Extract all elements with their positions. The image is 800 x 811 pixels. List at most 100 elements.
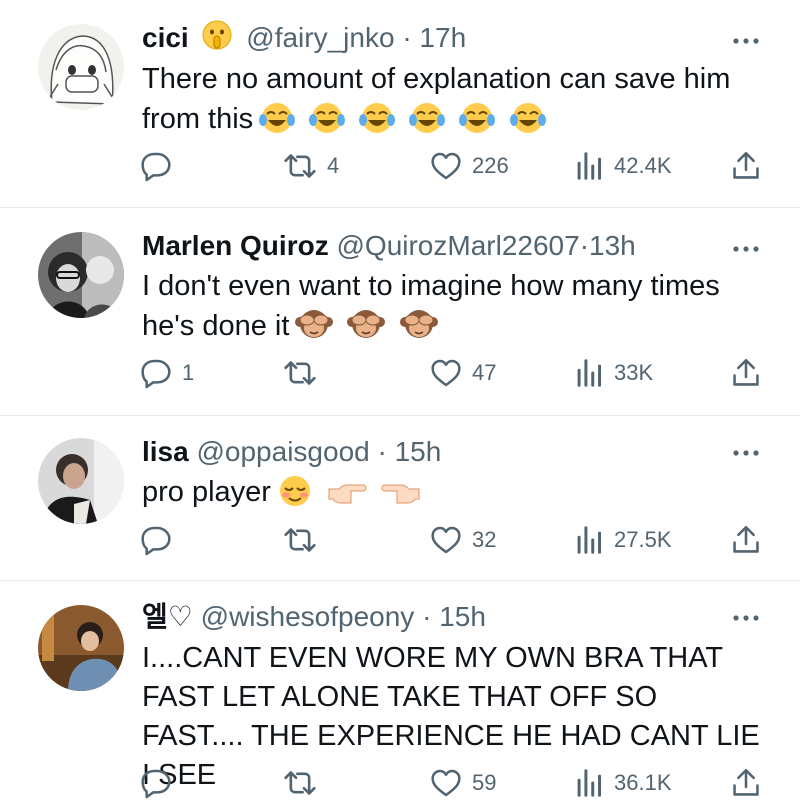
separator-dot: ·: [422, 601, 432, 632]
tweet-text: There no amount of explanation can save …: [142, 59, 760, 145]
avatar[interactable]: [38, 24, 124, 110]
reply-button[interactable]: [140, 148, 182, 184]
timestamp[interactable]: 13h: [589, 230, 636, 261]
share-button[interactable]: [732, 765, 760, 801]
share-icon: [733, 526, 759, 553]
like-count: 59: [472, 770, 497, 795]
share-icon: [733, 151, 759, 179]
tweet-actions: 4 226 42.4K: [0, 148, 800, 184]
user-handle[interactable]: @oppaisgood: [196, 436, 369, 467]
emoji-group: [277, 475, 427, 518]
views-count: 36.1K: [614, 770, 672, 795]
retweet-icon: [284, 361, 316, 385]
reply-button[interactable]: 1: [140, 355, 194, 391]
avatar[interactable]: [38, 232, 124, 318]
joy-emoji: [509, 102, 546, 145]
views-icon: [577, 769, 602, 797]
retweet-icon: [284, 154, 316, 178]
relieved-emoji: [277, 475, 313, 518]
tweet-text: pro player: [142, 472, 760, 518]
like-count: 226: [472, 153, 509, 178]
user-handle[interactable]: @fairy_jnko: [246, 22, 394, 53]
tweet[interactable]: cici @fairy_jnko · 17h There no amount o…: [0, 0, 800, 208]
views-count: 42.4K: [614, 153, 672, 178]
more-icon[interactable]: [732, 36, 760, 46]
joy-emoji: [359, 102, 396, 145]
tweet-text-content: pro player: [142, 476, 271, 508]
views-icon: [577, 359, 602, 387]
more-icon[interactable]: [732, 613, 760, 623]
tweet-header: 엘♡ @wishesofpeony · 15h: [142, 599, 730, 635]
joy-emoji: [309, 102, 346, 145]
retweet-button[interactable]: [283, 355, 327, 391]
views-icon: [577, 152, 602, 180]
reply-icon: [141, 359, 171, 389]
views-count: 33K: [614, 360, 654, 385]
reply-button[interactable]: [140, 522, 182, 558]
avatar[interactable]: [38, 605, 124, 691]
like-button[interactable]: 226: [430, 148, 509, 184]
separator-dot: ·: [402, 22, 412, 53]
more-icon[interactable]: [732, 244, 760, 254]
point-left-emoji: [381, 477, 421, 518]
tweet-header: lisa @oppaisgood · 15h: [142, 434, 730, 470]
retweet-icon: [284, 528, 316, 552]
like-icon: [431, 152, 461, 180]
display-name[interactable]: lisa: [142, 436, 189, 467]
reply-count: 1: [182, 360, 195, 385]
like-icon: [431, 526, 461, 554]
separator-dot: ·: [377, 436, 387, 467]
views-button[interactable]: 36.1K: [576, 765, 672, 801]
more-icon[interactable]: [732, 448, 760, 458]
views-button[interactable]: 27.5K: [576, 522, 672, 558]
timestamp[interactable]: 15h: [439, 601, 486, 632]
emoji-group: [259, 102, 551, 145]
tweet-text: I don't even want to imagine how many ti…: [142, 266, 760, 352]
display-name[interactable]: Marlen Quiroz: [142, 230, 329, 261]
point-right-emoji: [327, 477, 367, 518]
views-button[interactable]: 42.4K: [576, 148, 672, 184]
retweet-count: 4: [327, 153, 340, 178]
display-name[interactable]: cici: [142, 22, 189, 53]
like-button[interactable]: 47: [430, 355, 496, 391]
tweet[interactable]: lisa @oppaisgood · 15h pro player 32 27.…: [0, 416, 800, 581]
timestamp[interactable]: 15h: [395, 436, 442, 467]
like-button[interactable]: 59: [430, 765, 496, 801]
joy-emoji: [459, 102, 496, 145]
tweet[interactable]: 엘♡ @wishesofpeony · 15h I....CANT EVEN W…: [0, 581, 800, 811]
see-no-evil-emoji: [347, 307, 386, 352]
avatar[interactable]: [38, 438, 124, 524]
retweet-button[interactable]: 4: [283, 148, 339, 184]
tweet-actions: 59 36.1K: [0, 765, 800, 801]
reply-icon: [141, 152, 171, 182]
reply-icon: [141, 769, 171, 799]
share-button[interactable]: [732, 355, 760, 391]
share-button[interactable]: [732, 148, 760, 184]
tweet-actions: 32 27.5K: [0, 522, 800, 558]
like-button[interactable]: 32: [430, 522, 496, 558]
tweet-header: cici @fairy_jnko · 17h: [142, 20, 730, 56]
tweet-actions: 1 47 33K: [0, 355, 800, 391]
retweet-button[interactable]: [283, 765, 327, 801]
like-icon: [431, 359, 461, 387]
share-button[interactable]: [732, 522, 760, 558]
timestamp[interactable]: 17h: [419, 22, 466, 53]
tweet-header: Marlen Quiroz @QuirozMarl22607·13h: [142, 228, 730, 264]
views-icon: [577, 526, 602, 554]
reply-button[interactable]: [140, 765, 182, 801]
retweet-button[interactable]: [283, 522, 327, 558]
user-handle[interactable]: @wishesofpeony: [201, 601, 415, 632]
see-no-evil-emoji: [399, 307, 438, 352]
separator-dot: ·: [579, 230, 590, 261]
replies-feed: cici @fairy_jnko · 17h There no amount o…: [0, 0, 800, 811]
see-no-evil-emoji: [295, 307, 334, 352]
tweet[interactable]: Marlen Quiroz @QuirozMarl22607·13h I don…: [0, 208, 800, 416]
user-handle[interactable]: @QuirozMarl22607: [336, 230, 579, 261]
display-name[interactable]: 엘♡: [142, 601, 193, 632]
like-count: 32: [472, 527, 497, 552]
share-icon: [733, 359, 759, 386]
views-count: 27.5K: [614, 527, 672, 552]
joy-emoji: [409, 102, 446, 145]
views-button[interactable]: 33K: [576, 355, 653, 391]
emoji-group: [295, 307, 443, 352]
